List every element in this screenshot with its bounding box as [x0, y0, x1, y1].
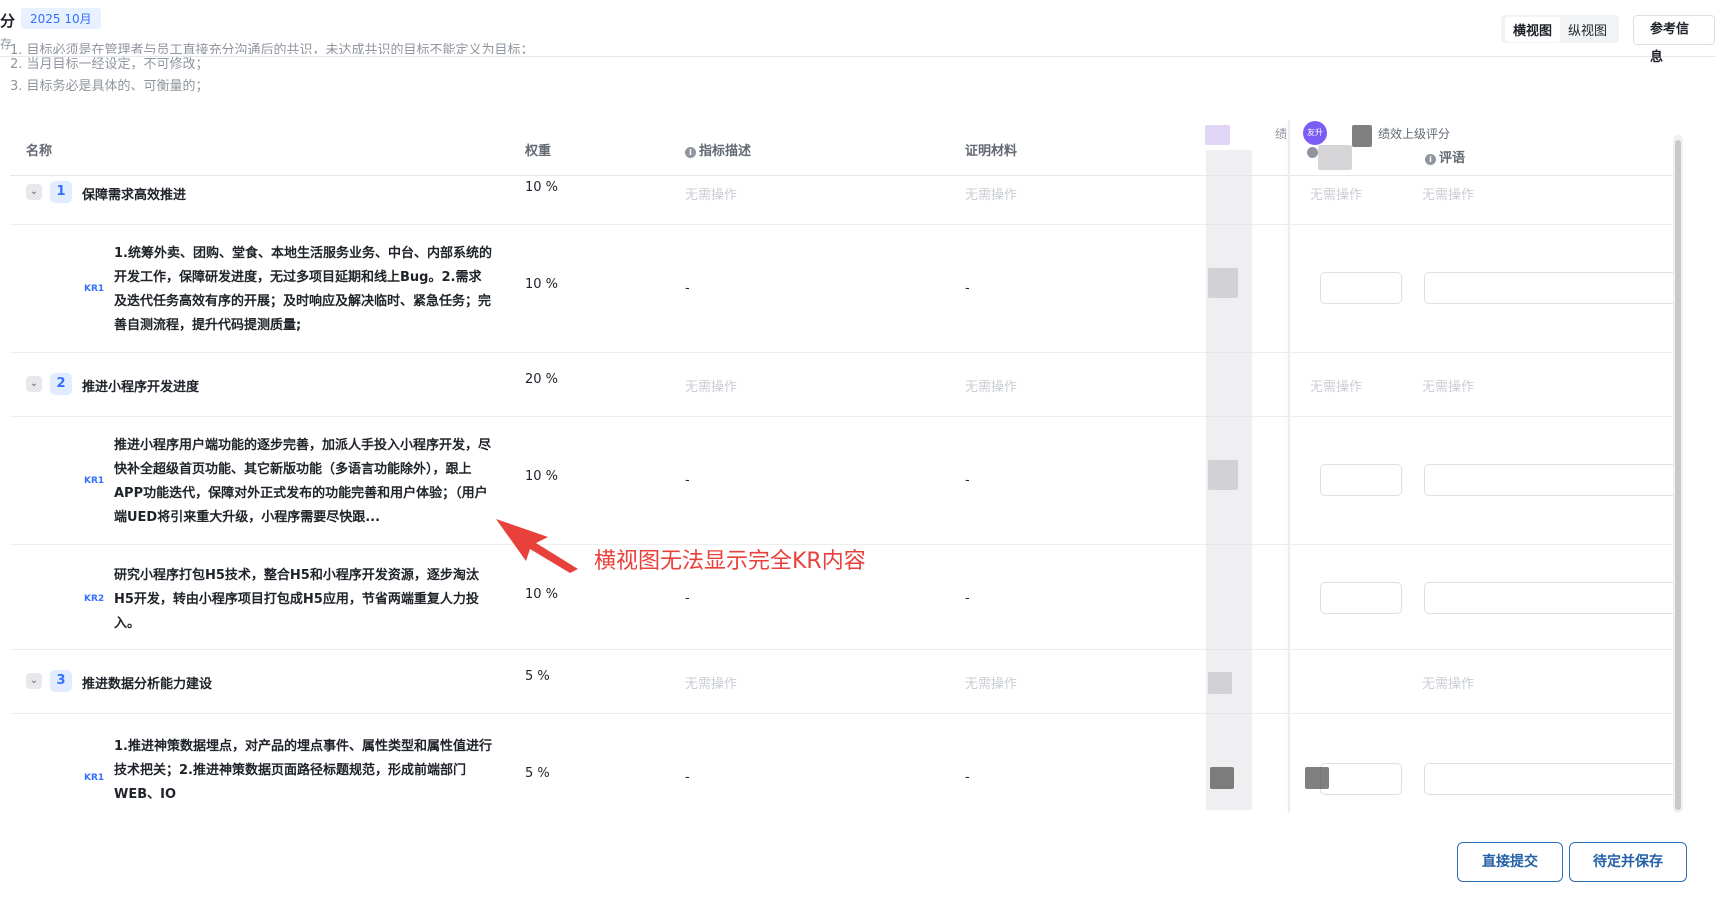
info-icon: i [1425, 154, 1436, 165]
annotation-text: 横视图无法显示完全KR内容 [594, 549, 866, 574]
kr-indicator: - [685, 770, 690, 785]
objective-row: ⌄ 1 保障需求高效推进 10 % 无需操作 无需操作 无需操作 无需操作 [10, 176, 1680, 225]
evidence-no-action: 无需操作 [965, 677, 1018, 692]
objective-number: 1 [50, 181, 72, 203]
redacted-block [1305, 767, 1329, 789]
col-superior-score: 绩效上级评分 [1378, 127, 1451, 141]
collapse-toggle-icon[interactable]: ⌄ [26, 376, 42, 392]
comment-input[interactable] [1424, 582, 1681, 614]
col-comment-label: 评语 [1439, 151, 1466, 166]
kr-text: 研究小程序打包H5技术，整合H5和小程序开发资源，逐步淘汰H5开发，转由小程序项… [114, 568, 479, 631]
blurred-avatar [1205, 125, 1230, 145]
kr-weight: 10 % [525, 469, 559, 484]
kr-row: KR1 1.统筹外卖、团购、堂食、本地生活服务业务、中台、内部系统的开发工作，保… [10, 224, 1681, 353]
rule-item: 1. 目标必须是在管理者与员工直接充分沟通后的共识，未达成共识的目标不能定义为目… [10, 43, 534, 54]
rule-item: 3. 目标务必是具体的、可衡量的； [10, 79, 209, 94]
kr-evidence: - [965, 770, 970, 785]
col-weight: 权重 [525, 144, 552, 159]
avatar: 友升 [1303, 121, 1327, 145]
tab-horizontal-view[interactable]: 横视图 [1505, 16, 1561, 42]
comment-input[interactable] [1424, 464, 1681, 496]
superior-score-input[interactable] [1320, 763, 1402, 795]
annotation-arrow-icon [496, 519, 578, 573]
scrollbar-thumb[interactable] [1675, 140, 1681, 810]
objective-weight: 20 % [525, 372, 559, 387]
save-pending-button[interactable]: 待定并保存 [1569, 842, 1687, 882]
kr-indicator: - [685, 473, 690, 488]
col-indicator-label: 指标描述 [699, 144, 752, 159]
rule-item: 2. 当月目标一经设定，不可修改； [10, 57, 209, 72]
kr-row: KR1 推进小程序用户端功能的逐步完善，加派人手投入小程序开发，尽快补全超级首页… [10, 416, 1681, 545]
submit-button[interactable]: 直接提交 [1457, 842, 1563, 882]
tab-vertical-view[interactable]: 纵视图 [1560, 17, 1615, 42]
objective-number: 3 [50, 670, 72, 692]
indicator-no-action: 无需操作 [685, 677, 738, 692]
objective-weight: 5 % [525, 669, 550, 684]
objective-number: 2 [50, 373, 72, 395]
collapse-toggle-icon[interactable]: ⌄ [26, 673, 42, 689]
kr-evidence: - [965, 473, 970, 488]
superior-no-action: 无需操作 [1310, 380, 1363, 395]
redacted-block [1208, 460, 1238, 490]
kr-indicator: - [685, 281, 690, 296]
col-indicator: i 指标描述 [685, 140, 751, 159]
kr-weight: 10 % [525, 277, 559, 292]
redacted-block [1210, 767, 1234, 789]
comment-no-action: 无需操作 [1422, 677, 1475, 692]
kr-tag: KR2 [84, 594, 105, 604]
objective-weight: 10 % [525, 180, 559, 195]
kr-text: 1.统筹外卖、团购、堂食、本地生活服务业务、中台、内部系统的开发工作，保障研发进… [114, 246, 492, 333]
col-self-score-partial: 绩 [1275, 127, 1288, 141]
objective-name: 推进小程序开发进度 [82, 380, 200, 395]
superior-score-input[interactable] [1320, 582, 1402, 614]
blurred-avatar [1352, 125, 1372, 147]
redacted-block [1208, 672, 1232, 694]
info-icon: i [685, 147, 696, 158]
reference-info-button[interactable]: 参考信息 [1633, 15, 1715, 65]
objective-name: 保障需求高效推进 [82, 188, 187, 203]
kr-row: KR1 1.推进神策数据埋点，对产品的埋点事件、属性类型和属性值进行技术把关；2… [10, 713, 1680, 813]
superior-score-input[interactable] [1320, 464, 1402, 496]
kr-tag: KR1 [84, 284, 105, 294]
table-header: 名称 权重 i 指标描述 证明材料 绩 绩效上级评分 i 评语 [10, 125, 1680, 176]
comment-no-action: 无需操作 [1422, 380, 1475, 395]
kr-evidence: - [965, 591, 970, 606]
info-icon [1307, 147, 1318, 162]
view-toggle: 横视图 纵视图 [1501, 15, 1620, 43]
superior-no-action: 无需操作 [1310, 188, 1363, 203]
indicator-no-action: 无需操作 [685, 380, 738, 395]
kr-evidence: - [965, 281, 970, 296]
kr-tag: KR1 [84, 476, 105, 486]
kr-weight: 5 % [525, 766, 550, 781]
kr-text: 推进小程序用户端功能的逐步完善，加派人手投入小程序开发，尽快补全超级首页功能、其… [114, 438, 492, 525]
indicator-no-action: 无需操作 [685, 188, 738, 203]
objective-row: ⌄ 3 推进数据分析能力建设 5 % 无需操作 无需操作 无需操作 [10, 649, 1680, 714]
redacted-block [1318, 145, 1352, 170]
comment-input[interactable] [1424, 763, 1680, 795]
objective-name: 推进数据分析能力建设 [82, 677, 213, 692]
col-name: 名称 [26, 144, 53, 159]
evidence-no-action: 无需操作 [965, 380, 1018, 395]
superior-score-input[interactable] [1320, 272, 1402, 304]
col-comment: i 评语 [1425, 147, 1465, 166]
evidence-no-action: 无需操作 [965, 188, 1018, 203]
sticky-column-divider [1288, 120, 1290, 812]
objective-row: ⌄ 2 推进小程序开发进度 20 % 无需操作 无需操作 无需操作 无需操作 [10, 352, 1680, 417]
rules-list: 1. 目标必须是在管理者与员工直接充分沟通后的共识，未达成共识的目标不能定义为目… [10, 43, 534, 98]
comment-no-action: 无需操作 [1422, 188, 1475, 203]
collapse-toggle-icon[interactable]: ⌄ [26, 184, 42, 200]
comment-input[interactable] [1424, 272, 1681, 304]
col-evidence: 证明材料 [965, 144, 1018, 159]
redacted-block [1208, 268, 1238, 298]
kr-weight: 10 % [525, 587, 559, 602]
kr-tag: KR1 [84, 773, 105, 783]
kr-text: 1.推进神策数据埋点，对产品的埋点事件、属性类型和属性值进行技术把关；2.推进神… [114, 739, 492, 802]
kr-indicator: - [685, 591, 690, 606]
month-badge[interactable]: 2025 10月 [21, 8, 101, 29]
page-title: 分 [0, 12, 16, 30]
